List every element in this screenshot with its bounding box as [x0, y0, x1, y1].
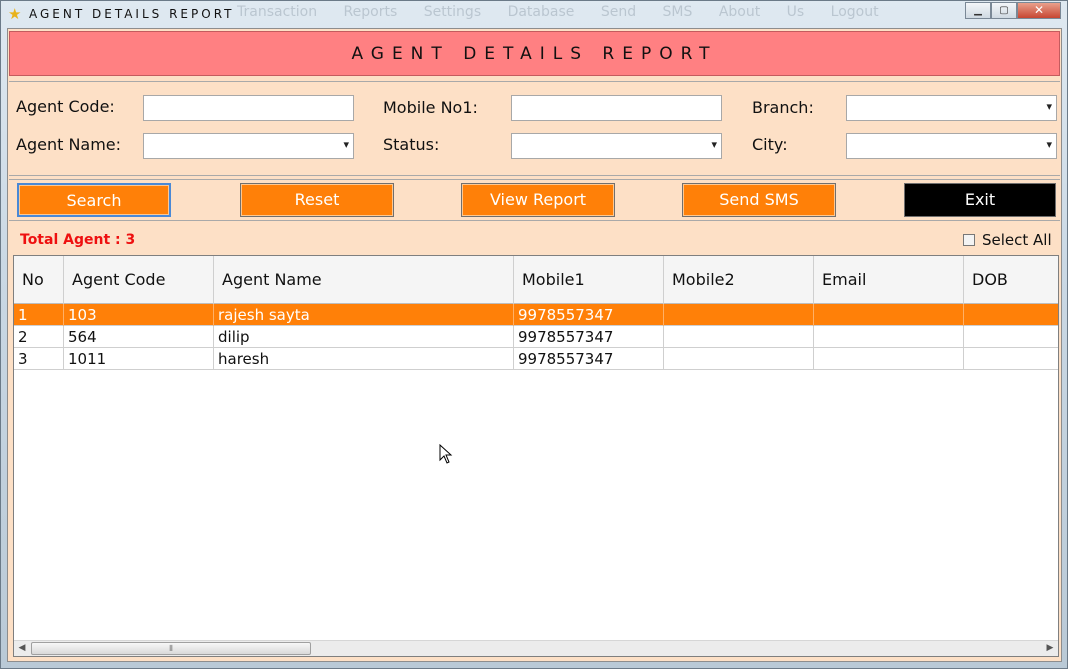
report-header: AGENT DETAILS REPORT	[9, 31, 1060, 76]
scroll-left-icon[interactable]: ◀	[14, 641, 30, 656]
view-report-button[interactable]: View Report	[461, 183, 615, 217]
send-sms-button[interactable]: Send SMS	[682, 183, 836, 217]
exit-button[interactable]: Exit	[904, 183, 1056, 217]
branch-select[interactable]	[846, 95, 1057, 121]
report-panel: AGENT DETAILS REPORT Agent Code: Agent N…	[7, 28, 1062, 662]
column-header[interactable]: No	[14, 256, 64, 304]
close-button[interactable]: ✕	[1017, 2, 1061, 19]
table-cell: 1011	[64, 348, 214, 370]
grid-header: No Agent Code Agent Name Mobile1 Mobile2 Emai…	[14, 256, 1058, 304]
table-row[interactable]: 3 1011 haresh 9978557347	[14, 348, 1058, 370]
star-icon: ★	[8, 5, 22, 23]
select-all-checkbox[interactable]	[963, 234, 975, 246]
scroll-right-icon[interactable]: ▶	[1042, 641, 1058, 656]
table-cell: dilip	[214, 326, 514, 348]
page-title: AGENT DETAILS REPORT	[351, 44, 718, 64]
window-controls: ▁ ▢ ✕	[965, 2, 1061, 19]
table-cell	[964, 304, 1058, 326]
action-bar: Search Reset View Report Send SMS Exit	[9, 179, 1060, 221]
status-label: Status:	[383, 135, 440, 154]
column-header[interactable]: Email	[814, 256, 964, 304]
mouse-cursor-icon	[439, 444, 453, 464]
table-cell	[964, 348, 1058, 370]
status-select[interactable]	[511, 133, 722, 159]
table-cell	[814, 348, 964, 370]
reset-button[interactable]: Reset	[240, 183, 394, 217]
total-agent-count: Total Agent : 3	[20, 232, 136, 248]
select-all-label: Select All	[982, 231, 1052, 249]
app-window: ★ AGENT DETAILS REPORT Transaction Repor…	[0, 0, 1068, 669]
maximize-button[interactable]: ▢	[991, 2, 1017, 19]
window-title: AGENT DETAILS REPORT	[29, 7, 235, 21]
select-all-toggle[interactable]: Select All	[963, 231, 1052, 249]
table-cell	[664, 304, 814, 326]
branch-label: Branch:	[752, 98, 814, 117]
column-header[interactable]: Mobile2	[664, 256, 814, 304]
city-label: City:	[752, 135, 788, 154]
table-cell	[814, 326, 964, 348]
agent-code-label: Agent Code:	[16, 97, 115, 116]
column-header[interactable]: Agent Name	[214, 256, 514, 304]
mobile-label: Mobile No1:	[383, 98, 478, 117]
mobile-input[interactable]	[511, 95, 722, 121]
agent-code-input[interactable]	[143, 95, 354, 121]
table-cell: 3	[14, 348, 64, 370]
agent-grid[interactable]: No Agent Code Agent Name Mobile1 Mobile2 Emai…	[13, 255, 1059, 657]
table-cell: 1	[14, 304, 64, 326]
agent-name-select[interactable]	[143, 133, 354, 159]
table-cell: 9978557347	[514, 326, 664, 348]
city-select[interactable]	[846, 133, 1057, 159]
table-cell	[664, 348, 814, 370]
table-row[interactable]: 1 103 rajesh sayta 9978557347	[14, 304, 1058, 326]
horizontal-scrollbar[interactable]: ◀ ⦀ ▶	[14, 640, 1058, 656]
table-cell: 9978557347	[514, 304, 664, 326]
column-header[interactable]: Agent Code	[64, 256, 214, 304]
table-cell: 9978557347	[514, 348, 664, 370]
table-cell: haresh	[214, 348, 514, 370]
table-cell: 103	[64, 304, 214, 326]
agent-name-label: Agent Name:	[16, 135, 122, 154]
background-menu-bar: Transaction Reports Settings Database Se…	[237, 4, 879, 20]
table-cell: 2	[14, 326, 64, 348]
table-row[interactable]: 2 564 dilip 9978557347	[14, 326, 1058, 348]
column-header[interactable]: Mobile1	[514, 256, 664, 304]
column-header[interactable]: DOB	[964, 256, 1058, 304]
title-bar[interactable]: ★ AGENT DETAILS REPORT Transaction Repor…	[1, 1, 1067, 27]
table-cell: rajesh sayta	[214, 304, 514, 326]
scroll-thumb[interactable]: ⦀	[31, 642, 311, 655]
minimize-button[interactable]: ▁	[965, 2, 991, 19]
table-cell: 564	[64, 326, 214, 348]
filter-panel: Agent Code: Agent Name: Mobile No1: Stat…	[9, 81, 1060, 176]
table-cell	[664, 326, 814, 348]
search-button[interactable]: Search	[17, 183, 171, 217]
table-cell	[964, 326, 1058, 348]
table-cell	[814, 304, 964, 326]
